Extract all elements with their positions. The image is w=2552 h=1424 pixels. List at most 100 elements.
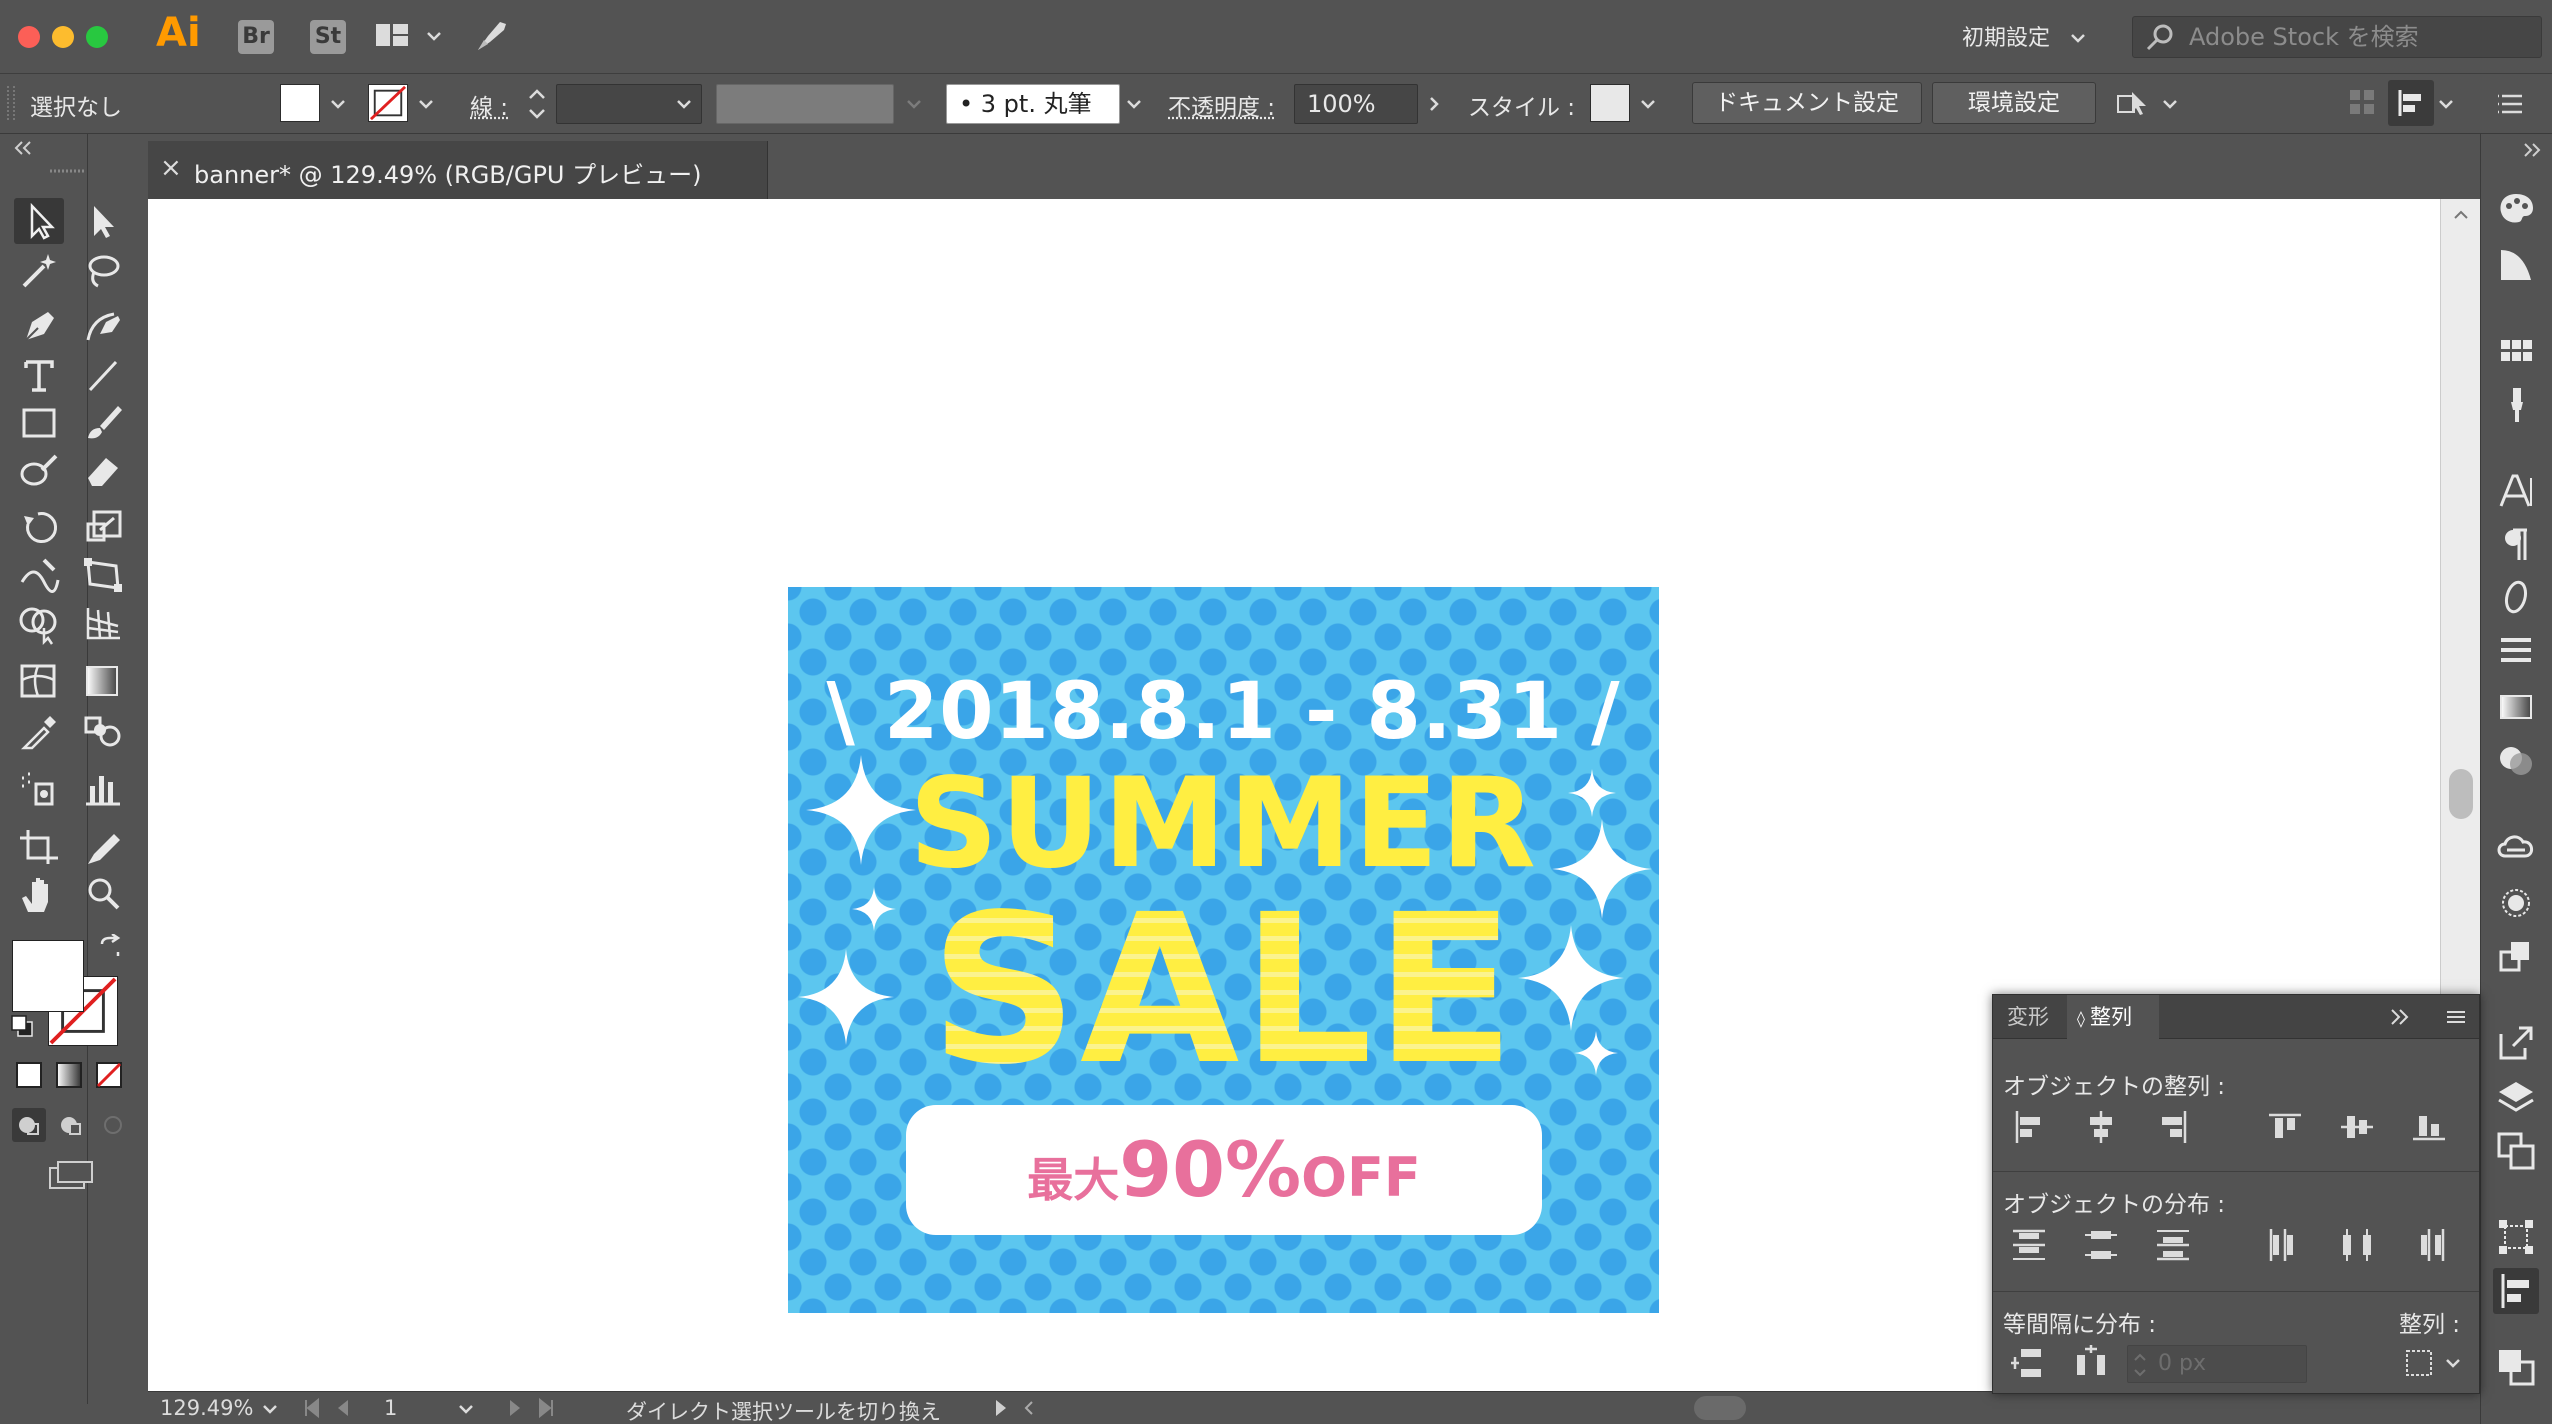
pathfinder-icon[interactable] — [2493, 1344, 2539, 1390]
chevron-down-icon[interactable] — [260, 1399, 280, 1419]
fill-color-swatch[interactable] — [280, 84, 320, 122]
warp-tool-icon[interactable] — [14, 552, 64, 598]
grid-layout-icon[interactable] — [2344, 84, 2382, 122]
horizontal-distribute-right-icon[interactable] — [2407, 1223, 2451, 1267]
chevron-down-icon[interactable] — [2068, 28, 2088, 48]
chevron-down-icon[interactable] — [2160, 94, 2180, 114]
creative-cloud-libraries-icon[interactable] — [2493, 824, 2539, 870]
draw-inside-icon[interactable] — [96, 1108, 130, 1142]
horizontal-scroll-thumb[interactable] — [1694, 1396, 1746, 1420]
magic-wand-tool-icon[interactable] — [14, 248, 64, 294]
eyedropper-tool-icon[interactable] — [14, 708, 64, 754]
paragraph-panel-icon[interactable] — [2493, 522, 2539, 568]
banner-summer-text[interactable]: SUMMER — [788, 762, 1659, 886]
tab-transform[interactable]: 変形 — [1997, 995, 2059, 1039]
align-to-selection-icon[interactable] — [2399, 1341, 2443, 1385]
expand-panels-icon[interactable] — [2521, 140, 2545, 160]
tab-align[interactable]: ◊ 整列 — [2067, 995, 2159, 1039]
collapse-panel-icon[interactable] — [10, 138, 34, 158]
draw-behind-icon[interactable] — [54, 1108, 88, 1142]
status-tool-hint[interactable]: ダイレクト選択ツールを切り換え — [626, 1396, 941, 1424]
workspace-switcher[interactable]: 初期設定 — [1962, 20, 2050, 52]
document-tab[interactable]: × banner* @ 129.49% (RGB/GPU プレビュー) — [148, 141, 768, 199]
horizontal-align-right-icon[interactable] — [2151, 1105, 2195, 1149]
export-asset-icon[interactable] — [2493, 1020, 2539, 1066]
type-tool-icon[interactable] — [14, 352, 64, 398]
stock-search-box[interactable] — [2132, 16, 2542, 58]
rectangle-tool-icon[interactable] — [14, 400, 64, 446]
gradient-panel-icon[interactable] — [2493, 684, 2539, 730]
chevron-down-icon[interactable] — [416, 94, 436, 114]
previous-artboard-icon[interactable] — [332, 1396, 356, 1420]
vertical-distribute-space-icon[interactable] — [2007, 1341, 2051, 1385]
slice-tool-icon[interactable] — [78, 824, 128, 870]
eraser-tool-icon[interactable] — [78, 448, 128, 494]
align-panel-icon[interactable] — [2493, 1268, 2539, 1314]
horizontal-distribute-left-icon[interactable] — [2263, 1223, 2307, 1267]
swap-fill-stroke-icon[interactable] — [96, 934, 124, 962]
symbol-sprayer-tool-icon[interactable] — [14, 766, 64, 812]
fill-color-box[interactable] — [12, 940, 84, 1012]
summer-sale-banner[interactable]: \ 2018.8.1 - 8.31 / SUMMER SALE 最大90%OFF — [788, 587, 1659, 1313]
chevron-down-icon[interactable] — [456, 1399, 476, 1419]
vertical-distribute-bottom-icon[interactable] — [2151, 1223, 2195, 1267]
color-palette-icon[interactable] — [2493, 186, 2539, 232]
color-guide-icon[interactable] — [2493, 242, 2539, 288]
zoom-tool-icon[interactable] — [78, 872, 128, 918]
chevron-down-icon[interactable] — [674, 94, 694, 114]
opentype-panel-icon[interactable] — [2493, 574, 2539, 620]
stroke-label[interactable]: 線 : — [470, 88, 508, 122]
appearance-panel-icon[interactable] — [2493, 880, 2539, 926]
vertical-align-top-icon[interactable] — [2263, 1105, 2307, 1149]
select-similar-icon[interactable] — [2112, 82, 2156, 126]
gradient-mode-icon[interactable] — [54, 1060, 84, 1090]
free-transform-tool-icon[interactable] — [78, 552, 128, 598]
selection-tool-icon[interactable] — [14, 198, 64, 244]
graphic-style-swatch[interactable] — [1590, 84, 1630, 122]
vertical-distribute-top-icon[interactable] — [2007, 1223, 2051, 1267]
lasso-tool-icon[interactable] — [78, 248, 128, 294]
scroll-up-icon[interactable] — [2451, 205, 2471, 225]
brush-definition-field[interactable]: • 3 pt. 丸筆 — [946, 84, 1120, 124]
none-mode-icon[interactable] — [94, 1060, 124, 1090]
chevron-down-icon[interactable] — [2436, 94, 2456, 114]
close-tab-icon[interactable]: × — [160, 153, 182, 183]
horizontal-distribute-space-icon[interactable] — [2069, 1341, 2113, 1385]
vertical-scroll-thumb[interactable] — [2449, 769, 2473, 819]
panel-menu-icon[interactable] — [2443, 1005, 2469, 1029]
column-graph-tool-icon[interactable] — [78, 766, 128, 812]
stroke-panel-icon[interactable] — [2493, 628, 2539, 674]
collapse-panel-icon[interactable] — [2387, 1005, 2413, 1029]
transparency-panel-icon[interactable] — [2493, 738, 2539, 784]
banner-date-text[interactable]: \ 2018.8.1 - 8.31 / — [788, 667, 1659, 757]
stroke-color-swatch[interactable] — [368, 84, 408, 122]
chevron-down-icon[interactable] — [424, 26, 444, 46]
default-fill-stroke-icon[interactable] — [10, 1014, 36, 1040]
draw-normal-icon[interactable] — [12, 1108, 46, 1142]
shaper-tool-icon[interactable] — [14, 448, 64, 494]
change-screen-mode-icon[interactable] — [46, 1156, 96, 1196]
scale-tool-icon[interactable] — [78, 504, 128, 550]
next-artboard-icon[interactable] — [502, 1396, 526, 1420]
layers-icon[interactable] — [2493, 1074, 2539, 1120]
swatches-icon[interactable] — [2493, 328, 2539, 374]
panel-menu-icon[interactable] — [2492, 84, 2532, 124]
shape-builder-tool-icon[interactable] — [14, 600, 64, 646]
last-artboard-icon[interactable] — [534, 1396, 558, 1420]
zoom-level[interactable]: 129.49% — [160, 1396, 253, 1420]
artboard-tool-icon[interactable] — [14, 824, 64, 870]
opacity-field[interactable]: 100% — [1294, 84, 1418, 124]
chevron-down-icon[interactable] — [1124, 94, 1144, 114]
artboard-number[interactable]: 1 — [384, 1396, 397, 1420]
banner-discount-pill[interactable]: 最大90%OFF — [906, 1105, 1542, 1235]
character-panel-icon[interactable] — [2493, 468, 2539, 514]
status-menu-arrow-icon[interactable] — [988, 1396, 1012, 1420]
gpu-performance-rocket-icon[interactable] — [470, 14, 514, 58]
preferences-button[interactable]: 環境設定 — [1932, 82, 2096, 124]
bridge-button[interactable]: Br — [238, 20, 274, 54]
arrange-documents-icon[interactable] — [372, 16, 412, 56]
mesh-tool-icon[interactable] — [14, 658, 64, 704]
hand-tool-icon[interactable] — [14, 872, 64, 918]
transform-panel-icon[interactable] — [2493, 1214, 2539, 1260]
scroll-left-icon[interactable] — [1018, 1396, 1042, 1420]
